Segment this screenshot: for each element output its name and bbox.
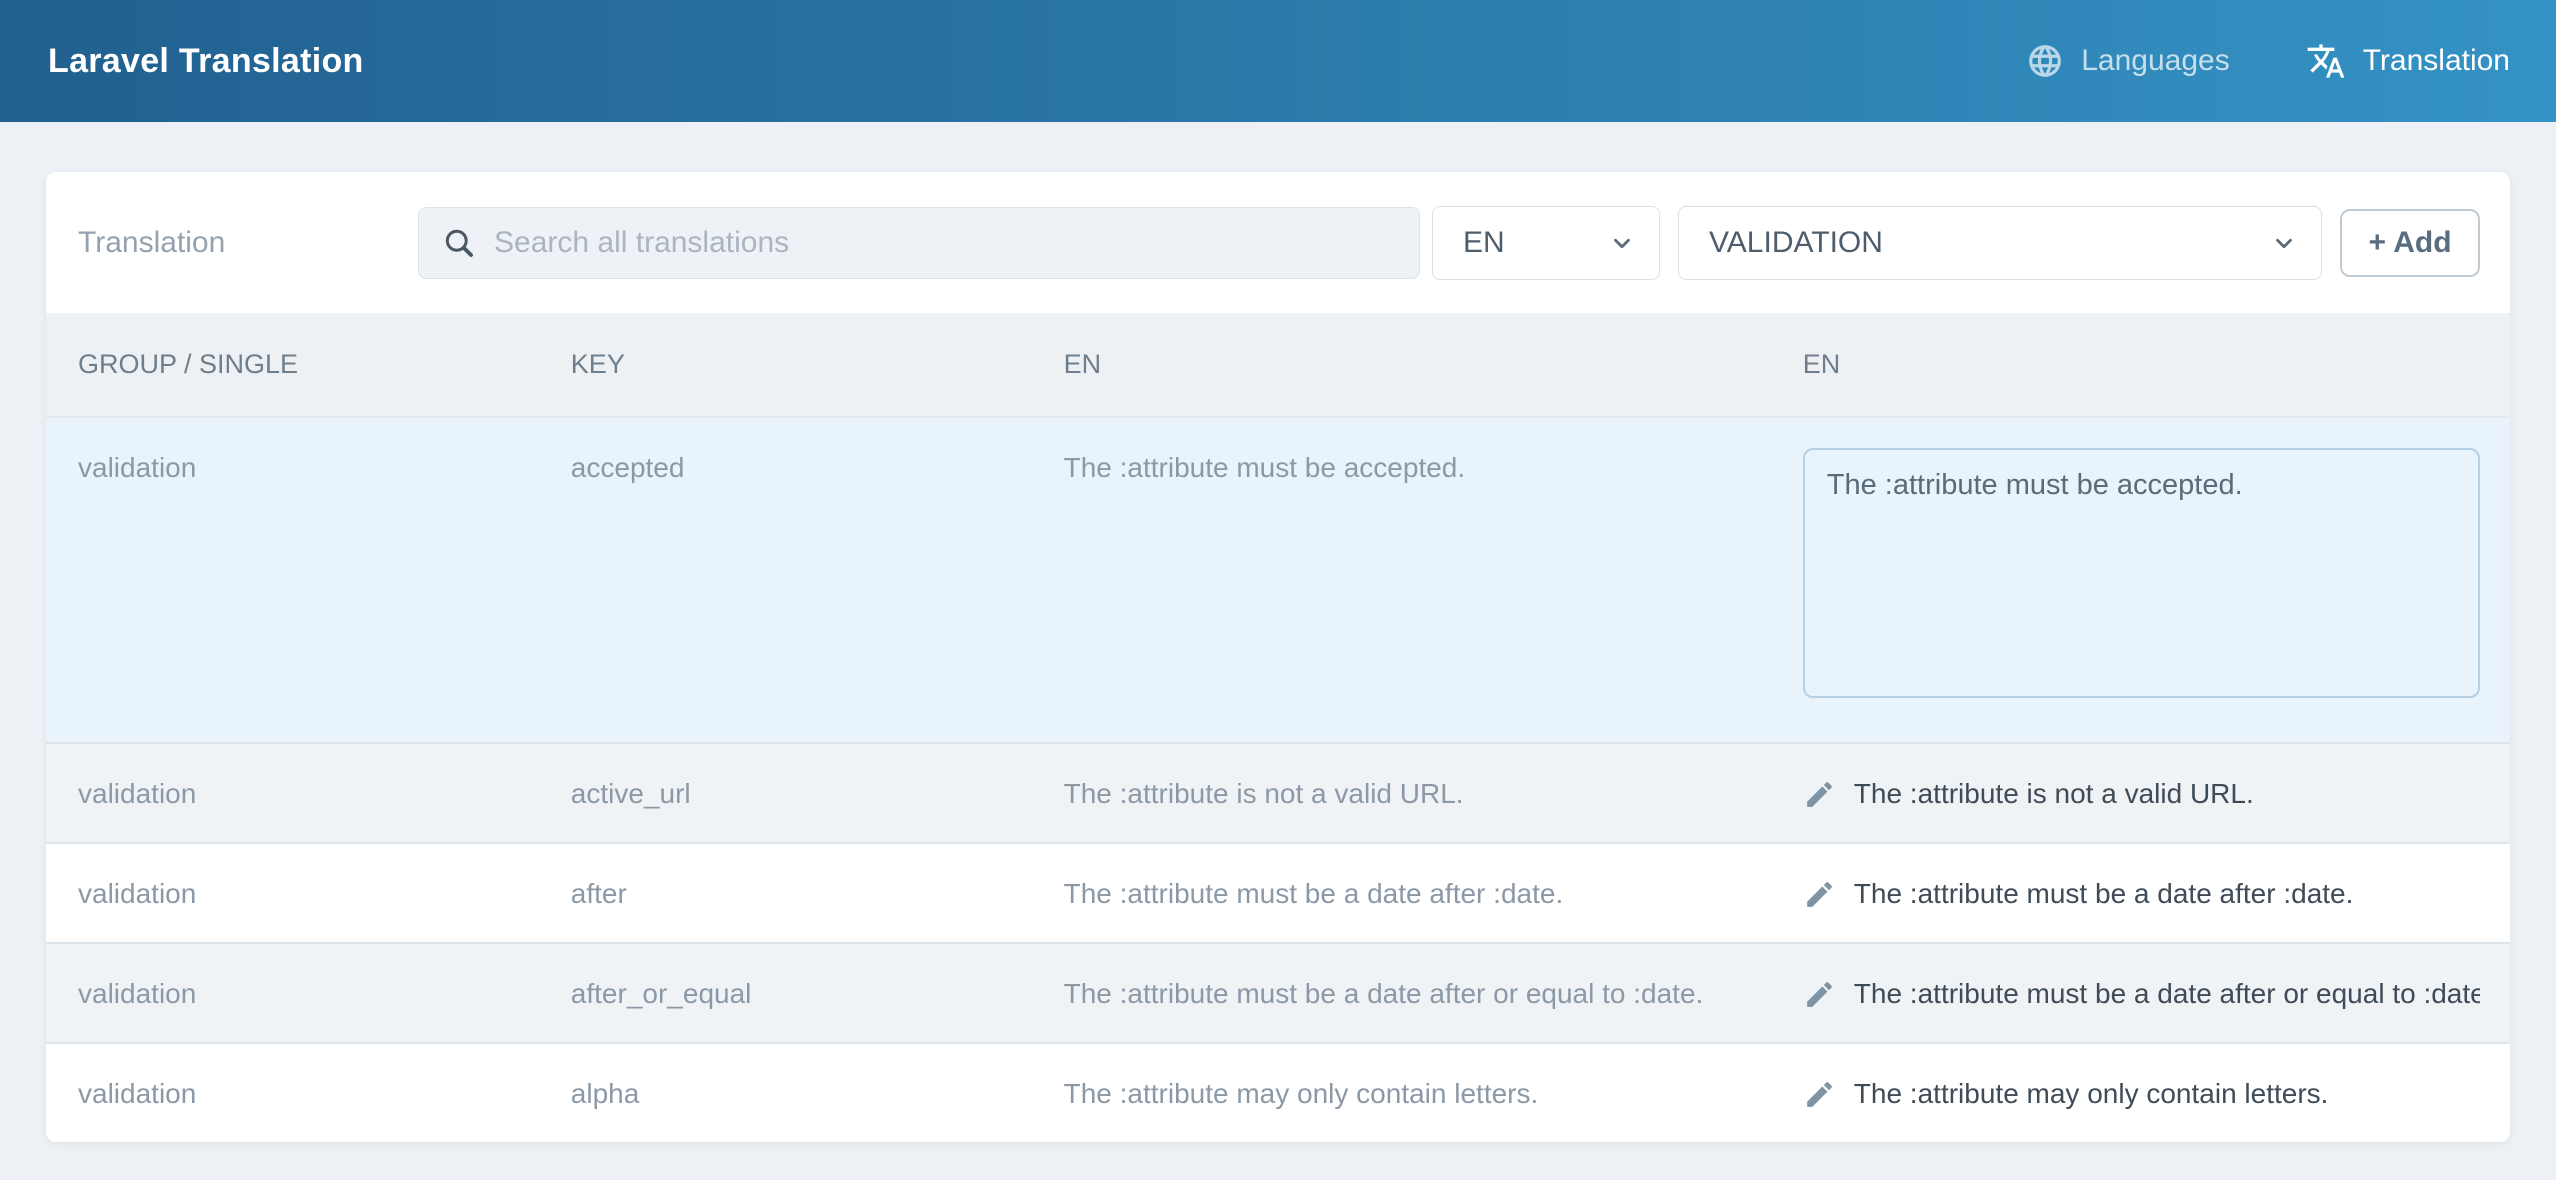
table-row: validation after The :attribute must be … <box>46 842 2510 942</box>
cell-translation[interactable]: The :attribute must be a date after :dat… <box>1771 844 2510 942</box>
cell-group: validation <box>46 844 539 942</box>
cell-source-text: The :attribute is not a valid URL. <box>1032 744 1771 842</box>
cell-source-text: The :attribute may only contain letters. <box>1032 1044 1771 1142</box>
edit-pencil-icon <box>1803 978 1836 1011</box>
translation-text: The :attribute may only contain letters. <box>1854 1074 2329 1114</box>
translation-text: The :attribute is not a valid URL. <box>1854 774 2254 814</box>
nav-link-label: Translation <box>2363 44 2510 78</box>
table-row: validation accepted The :attribute must … <box>46 417 2510 742</box>
cell-group: validation <box>46 944 539 1042</box>
cell-key: after_or_equal <box>539 944 1032 1042</box>
chevron-down-icon <box>2271 230 2297 256</box>
chevron-down-icon <box>1609 230 1635 256</box>
language-select[interactable]: EN <box>1432 206 1660 280</box>
translation-text: The :attribute must be a date after or e… <box>1854 974 2480 1014</box>
page-body: Translation EN VALIDATION + Add <box>0 122 2556 1142</box>
cell-key: after <box>539 844 1032 942</box>
cell-translation[interactable] <box>1771 418 2510 742</box>
language-select-value: EN <box>1463 226 1505 260</box>
table-row: validation active_url The :attribute is … <box>46 742 2510 842</box>
app-title: Laravel Translation <box>48 42 364 81</box>
header-source-locale: EN <box>1032 349 1771 380</box>
globe-icon <box>2026 42 2064 80</box>
translation-editor[interactable] <box>1803 448 2480 698</box>
nav-links: Languages Translation <box>2026 41 2510 81</box>
panel-title: Translation <box>78 226 418 260</box>
search-box <box>418 207 1420 279</box>
cell-translation[interactable]: The :attribute must be a date after or e… <box>1771 944 2510 1042</box>
cell-key: active_url <box>539 744 1032 842</box>
edit-pencil-icon <box>1803 778 1836 811</box>
nav-link-label: Languages <box>2081 44 2229 78</box>
cell-source-text: The :attribute must be accepted. <box>1032 418 1771 742</box>
search-input[interactable] <box>494 226 1407 260</box>
translate-icon <box>2306 41 2346 81</box>
cell-group: validation <box>46 1044 539 1142</box>
translation-panel: Translation EN VALIDATION + Add <box>46 172 2510 1142</box>
group-select-value: VALIDATION <box>1709 226 1883 260</box>
cell-source-text: The :attribute must be a date after or e… <box>1032 944 1771 1042</box>
cell-key: alpha <box>539 1044 1032 1142</box>
add-button[interactable]: + Add <box>2340 209 2480 277</box>
group-select[interactable]: VALIDATION <box>1678 206 2322 280</box>
table-row: validation after_or_equal The :attribute… <box>46 942 2510 1042</box>
header-key: KEY <box>539 349 1032 380</box>
table-header: GROUP / SINGLE KEY EN EN <box>46 313 2510 417</box>
edit-pencil-icon <box>1803 1078 1836 1111</box>
toolbar: Translation EN VALIDATION + Add <box>46 172 2510 313</box>
cell-source-text: The :attribute must be a date after :dat… <box>1032 844 1771 942</box>
cell-group: validation <box>46 418 539 742</box>
header-group-single: GROUP / SINGLE <box>46 349 539 380</box>
nav-link-languages[interactable]: Languages <box>2026 42 2229 80</box>
cell-translation[interactable]: The :attribute may only contain letters. <box>1771 1044 2510 1142</box>
edit-pencil-icon <box>1803 878 1836 911</box>
translation-text: The :attribute must be a date after :dat… <box>1854 874 2354 914</box>
nav-link-translation[interactable]: Translation <box>2306 41 2510 81</box>
cell-key: accepted <box>539 418 1032 742</box>
table-row: validation alpha The :attribute may only… <box>46 1042 2510 1142</box>
cell-group: validation <box>46 744 539 842</box>
header-target-locale: EN <box>1771 349 2510 380</box>
search-icon <box>441 225 494 261</box>
table-body: validation accepted The :attribute must … <box>46 417 2510 1142</box>
cell-translation[interactable]: The :attribute is not a valid URL. <box>1771 744 2510 842</box>
navbar: Laravel Translation Languages Translatio… <box>0 0 2556 122</box>
